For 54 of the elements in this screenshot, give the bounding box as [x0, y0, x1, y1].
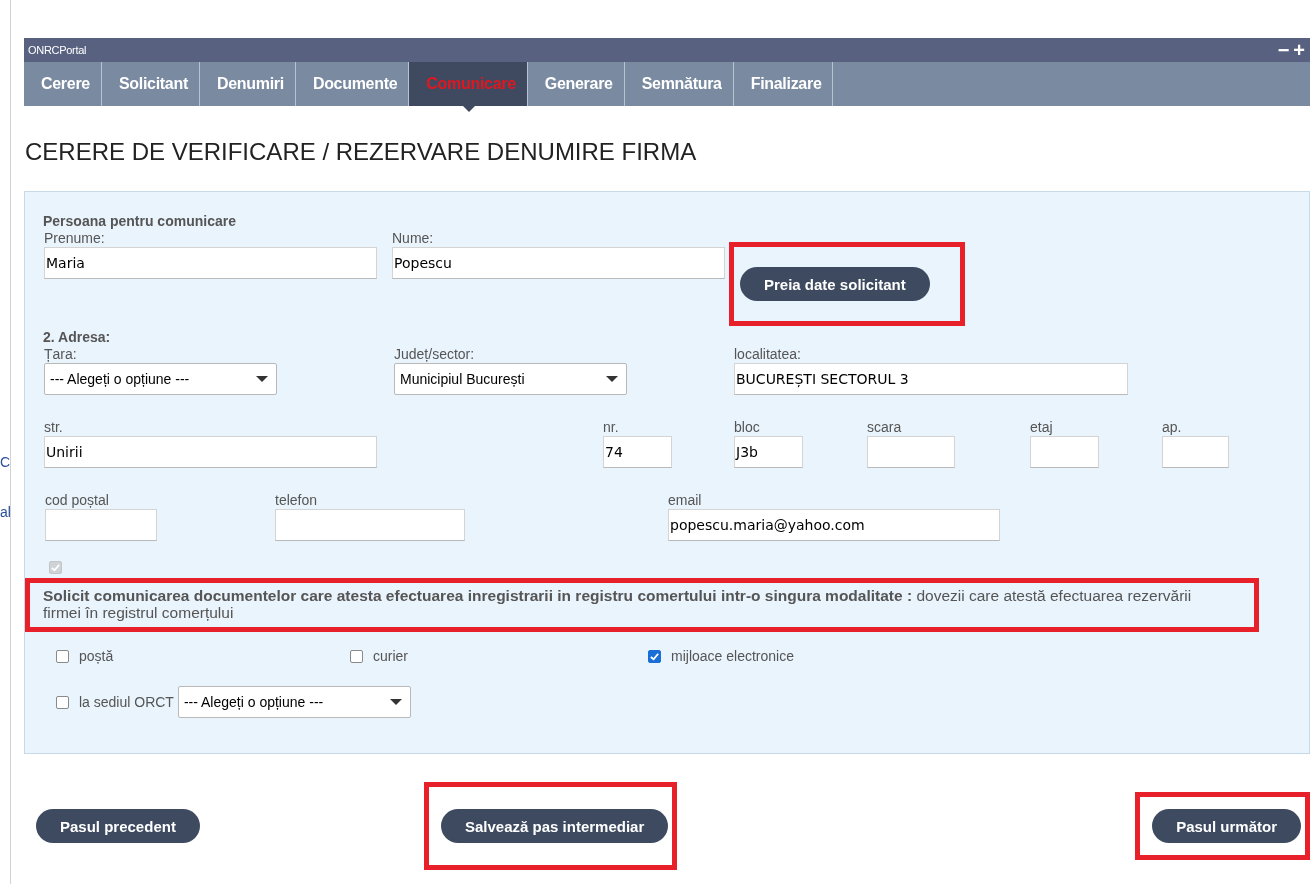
save-button[interactable]: Salvează pas intermediar — [441, 809, 669, 843]
text-field[interactable] — [867, 436, 955, 468]
text-field[interactable]: popescu.maria@yahoo.com — [668, 509, 1000, 541]
text-field[interactable]: Popescu — [392, 247, 725, 279]
option-label: curier — [373, 648, 408, 664]
text-field[interactable]: Unirii — [44, 436, 377, 468]
text-field[interactable] — [275, 509, 465, 541]
option-label: mijloace electronice — [671, 648, 794, 664]
checkbox[interactable] — [56, 649, 69, 663]
checkbox[interactable] — [350, 649, 363, 663]
notice-text: Solicit comunicarea documentelor care atesta efectuarea inregistrarii in registru comertului intr-o singura modalitate : dovezii care atestă efectuarea rezervării firmei în registrul comerțului — [43, 587, 1193, 621]
field-label: localitatea: — [734, 346, 801, 362]
text-field[interactable] — [1162, 436, 1229, 468]
dropdown-caret-icon — [256, 376, 268, 382]
text-field[interactable]: Maria — [44, 247, 377, 279]
text-field[interactable]: BUCUREȘTI SECTORUL 3 — [734, 363, 1128, 395]
section-heading: Persoana pentru comunicare — [43, 213, 236, 229]
field-label: scara — [867, 419, 902, 435]
page-title: CERERE DE VERIFICARE / REZERVARE DENUMIRE FIRMA — [25, 138, 698, 167]
text-fragment: C — [0, 454, 10, 470]
caret-icon — [462, 106, 475, 112]
field-label: Nume: — [392, 230, 434, 246]
field-label: cod poștal — [45, 492, 109, 508]
section-heading: 2. Adresa: — [43, 329, 111, 345]
field-label: etaj — [1030, 419, 1053, 435]
next-button[interactable]: Pasul următor — [1152, 809, 1301, 843]
field-label: ap. — [1162, 419, 1182, 435]
window-control[interactable]: + — [1292, 40, 1306, 60]
text-field[interactable] — [1030, 436, 1099, 468]
text-field[interactable] — [45, 509, 157, 541]
field-label: Județ/sector: — [394, 346, 475, 362]
dropdown-caret-icon — [606, 376, 618, 382]
checkbox[interactable] — [56, 695, 69, 709]
field-label: telefon — [275, 492, 318, 508]
window-control[interactable]: − — [1276, 40, 1291, 60]
field-label: Țara: — [44, 346, 77, 362]
field-label: nr. — [603, 419, 619, 435]
window-title: ONRCPortal — [28, 44, 87, 56]
office-dropdown[interactable]: --- Alegeți o opțiune --- — [177, 686, 411, 718]
checkbox[interactable] — [648, 649, 661, 663]
previous-button[interactable]: Pasul precedent — [36, 809, 200, 843]
field-label: Prenume: — [44, 230, 105, 246]
text-dropdown[interactable]: Municipiul București — [394, 363, 627, 395]
field-label: str. — [44, 419, 63, 435]
text-field[interactable]: 74 — [603, 436, 672, 468]
text-fragment: al — [0, 504, 10, 520]
dropdown-caret-icon — [389, 699, 402, 705]
field-label: email — [668, 492, 702, 508]
field-label: bloc — [734, 419, 760, 435]
fetch-applicant-button[interactable]: Preia date solicitant — [740, 267, 930, 301]
option-label: la sediul ORCT — [79, 694, 174, 710]
text-field[interactable]: J3b — [734, 436, 803, 468]
text-dropdown[interactable]: --- Alegeți o opțiune --- — [44, 363, 277, 395]
option-label: poștă — [79, 648, 114, 664]
